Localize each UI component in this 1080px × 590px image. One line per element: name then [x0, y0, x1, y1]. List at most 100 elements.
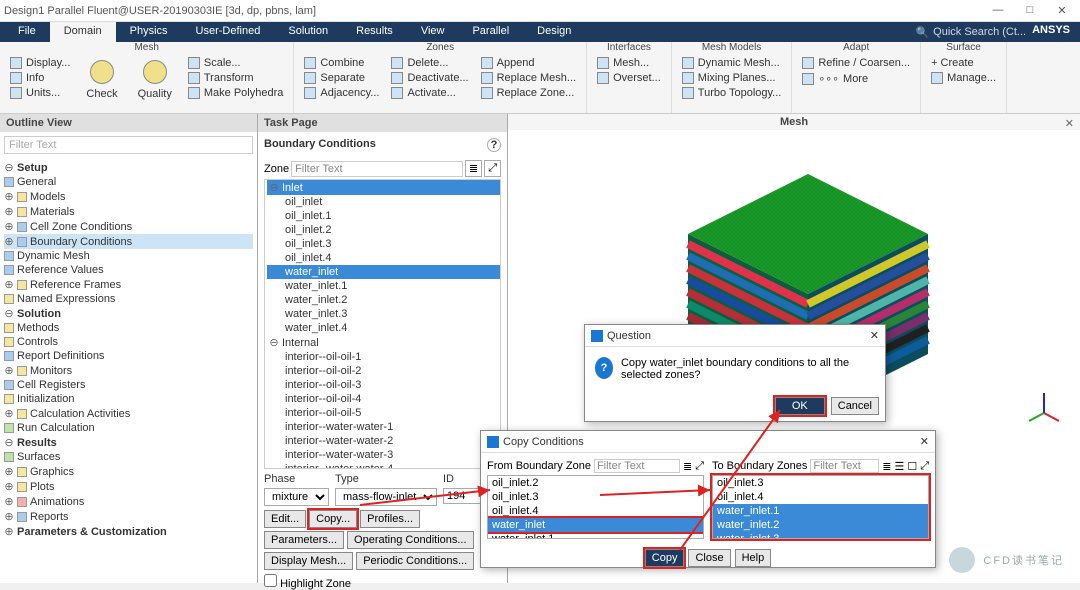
activate-button[interactable]: Activate...	[387, 86, 472, 100]
to-list[interactable]: oil_inlet.3 oil_inlet.4 water_inlet.1 wa…	[712, 475, 929, 539]
zone-item[interactable]: oil_inlet	[267, 195, 500, 209]
periodic-button[interactable]: Periodic Conditions...	[356, 552, 474, 570]
display-button[interactable]: Display...	[6, 56, 74, 70]
parameters-button[interactable]: Parameters...	[264, 531, 344, 549]
zone-item[interactable]: oil_inlet.4	[267, 251, 500, 265]
tree-dyn[interactable]: Dynamic Mesh	[4, 249, 253, 263]
tree-cr[interactable]: Cell Registers	[4, 378, 253, 392]
tree-bc[interactable]: ⊕Boundary Conditions	[4, 234, 253, 249]
delete-button[interactable]: Delete...	[387, 56, 472, 70]
menu-physics[interactable]: Physics	[116, 22, 182, 42]
create-button[interactable]: + Create	[927, 56, 1000, 70]
combine-button[interactable]: Combine	[300, 56, 383, 70]
from-list[interactable]: oil_inlet.2 oil_inlet.3 oil_inlet.4 wate…	[487, 475, 704, 539]
close-icon[interactable]: ✕	[1048, 4, 1076, 17]
imesh-button[interactable]: Mesh...	[593, 56, 665, 70]
check-button[interactable]: Check	[78, 56, 125, 104]
menu-results[interactable]: Results	[342, 22, 407, 42]
to-selectall-button[interactable]: ☰	[894, 460, 904, 473]
tree-mon[interactable]: ⊕Monitors	[4, 363, 253, 378]
to-deselect-button[interactable]: ☐	[907, 460, 917, 473]
info-button[interactable]: Info	[6, 71, 74, 85]
from-expand-button[interactable]: ⤢	[695, 460, 704, 473]
list-item[interactable]: water_inlet.3	[713, 532, 928, 539]
quick-search[interactable]: 🔍 Quick Search (Ct...	[915, 22, 1026, 42]
from-filter[interactable]: Filter Text	[594, 459, 680, 473]
phase-select[interactable]: mixture	[264, 488, 329, 506]
zone-item[interactable]: interior--water-water-2	[267, 434, 500, 448]
edit-button[interactable]: Edit...	[264, 510, 306, 528]
to-expand-button[interactable]: ⤢	[920, 460, 929, 473]
expand-button[interactable]: ⤢	[484, 160, 501, 177]
list-item[interactable]: oil_inlet.4	[713, 490, 928, 504]
menu-parallel[interactable]: Parallel	[458, 22, 523, 42]
tree-reports[interactable]: ⊕Reports	[4, 509, 253, 524]
polyhedra-button[interactable]: Make Polyhedra	[184, 86, 288, 100]
zone-item[interactable]: water_inlet.4	[267, 321, 500, 335]
zone-list[interactable]: ⊖Inlet oil_inlet oil_inlet.1 oil_inlet.2…	[264, 179, 501, 469]
menu-design[interactable]: Design	[523, 22, 585, 42]
tree-graphics[interactable]: ⊕Graphics	[4, 464, 253, 479]
copy-exec-button[interactable]: Copy	[645, 549, 685, 567]
tree-pc[interactable]: ⊕Parameters & Customization	[4, 524, 253, 539]
help-icon[interactable]: ?	[487, 138, 501, 152]
zone-item[interactable]: interior--water-water-3	[267, 448, 500, 462]
mixplanes-button[interactable]: Mixing Planes...	[678, 71, 786, 85]
zone-item[interactable]: interior--water-water-4	[267, 462, 500, 469]
separate-button[interactable]: Separate	[300, 71, 383, 85]
from-sort-button[interactable]: ≣	[683, 460, 692, 473]
dialog-close-icon[interactable]: ✕	[920, 435, 929, 448]
adjacency-button[interactable]: Adjacency...	[300, 86, 383, 100]
list-item[interactable]: water_inlet	[488, 518, 703, 532]
manage-button[interactable]: Manage...	[927, 71, 1000, 85]
tree-setup[interactable]: ⊖Setup	[4, 160, 253, 175]
tree-rf[interactable]: ⊕Reference Frames	[4, 277, 253, 292]
scale-button[interactable]: Scale...	[184, 56, 288, 70]
outline-filter[interactable]: Filter Text	[4, 136, 253, 154]
maximize-icon[interactable]: □	[1016, 4, 1044, 17]
type-select[interactable]: mass-flow-inlet	[335, 488, 437, 506]
tree-rd[interactable]: Report Definitions	[4, 349, 253, 363]
tree-init[interactable]: Initialization	[4, 392, 253, 406]
zone-item[interactable]: interior--oil-oil-1	[267, 350, 500, 364]
sort-button[interactable]: ≣	[465, 160, 482, 177]
zone-item[interactable]: water_inlet.2	[267, 293, 500, 307]
list-item[interactable]: oil_inlet.3	[713, 476, 928, 490]
menu-solution[interactable]: Solution	[274, 22, 342, 42]
replacemesh-button[interactable]: Replace Mesh...	[477, 71, 580, 85]
append-button[interactable]: Append	[477, 56, 580, 70]
tree-rc[interactable]: Run Calculation	[4, 421, 253, 435]
ok-button[interactable]: OK	[775, 397, 825, 415]
list-item[interactable]: water_inlet.2	[713, 518, 928, 532]
list-item[interactable]: oil_inlet.2	[488, 476, 703, 490]
tree-controls[interactable]: Controls	[4, 335, 253, 349]
zone-item[interactable]: oil_inlet.1	[267, 209, 500, 223]
dispmesh-button[interactable]: Display Mesh...	[264, 552, 353, 570]
view-close-icon[interactable]: ✕	[1065, 117, 1074, 130]
dynmesh-button[interactable]: Dynamic Mesh...	[678, 56, 786, 70]
group-inlet[interactable]: ⊖Inlet	[267, 180, 500, 195]
copy-button[interactable]: Copy...	[309, 510, 357, 528]
zone-item[interactable]: oil_inlet.3	[267, 237, 500, 251]
zone-item[interactable]: water_inlet	[267, 265, 500, 279]
zone-item[interactable]: water_inlet.3	[267, 307, 500, 321]
zone-item[interactable]: interior--oil-oil-5	[267, 406, 500, 420]
zone-item[interactable]: interior--oil-oil-4	[267, 392, 500, 406]
tree-plots[interactable]: ⊕Plots	[4, 479, 253, 494]
menu-domain[interactable]: Domain	[50, 22, 116, 42]
tree-ca[interactable]: ⊕Calculation Activities	[4, 406, 253, 421]
tree-ref[interactable]: Reference Values	[4, 263, 253, 277]
zone-item[interactable]: interior--oil-oil-3	[267, 378, 500, 392]
deactivate-button[interactable]: Deactivate...	[387, 71, 472, 85]
list-item[interactable]: oil_inlet.3	[488, 490, 703, 504]
tree-anim[interactable]: ⊕Animations	[4, 494, 253, 509]
more-button[interactable]: ∘∘∘ More	[798, 71, 914, 86]
tree-res[interactable]: ⊖Results	[4, 435, 253, 450]
overset-button[interactable]: Overset...	[593, 71, 665, 85]
tree-czc[interactable]: ⊕Cell Zone Conditions	[4, 219, 253, 234]
tree-materials[interactable]: ⊕Materials	[4, 204, 253, 219]
tree-ne[interactable]: Named Expressions	[4, 292, 253, 306]
replacezone-button[interactable]: Replace Zone...	[477, 86, 580, 100]
opcond-button[interactable]: Operating Conditions...	[347, 531, 474, 549]
to-sort-button[interactable]: ≣	[882, 460, 891, 473]
